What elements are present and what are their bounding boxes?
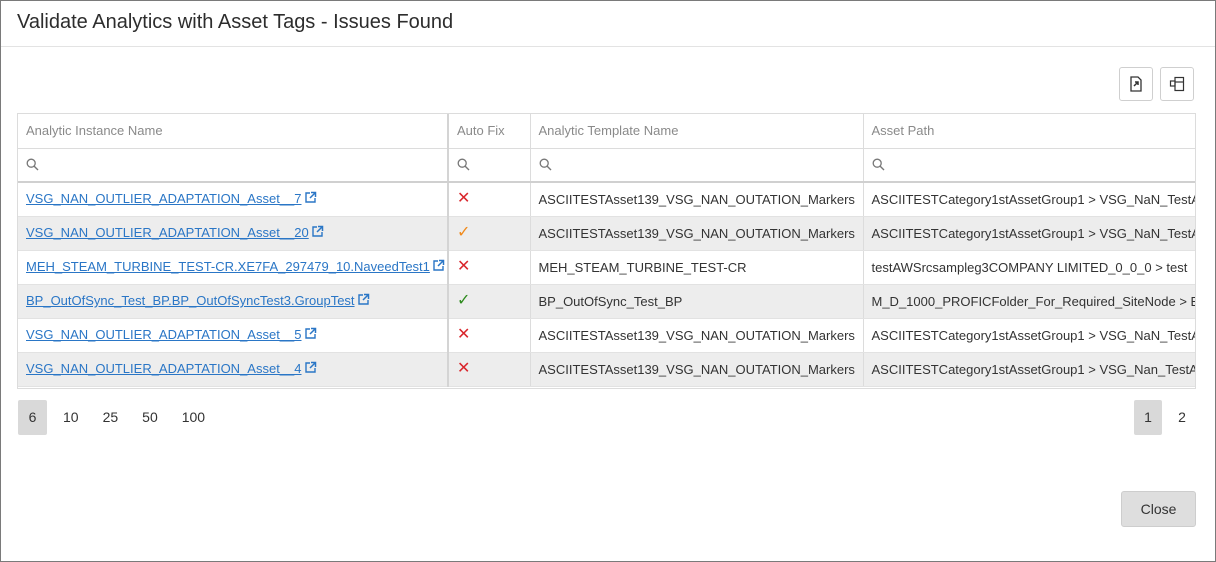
page-size-selector: 6 10 25 50 100 (18, 400, 213, 435)
column-header-analytic-template-name[interactable]: Analytic Template Name (530, 114, 864, 149)
auto-fix-warning-icon: ✓ (457, 224, 471, 241)
cell-template-name: MEH_STEAM_TURBINE_TEST-CR (530, 250, 864, 285)
external-link-icon[interactable] (304, 191, 317, 207)
close-button[interactable]: Close (1121, 491, 1196, 527)
search-icon (457, 158, 470, 174)
page-size-option[interactable]: 25 (95, 400, 127, 435)
dialog-title: Validate Analytics with Asset Tags - Iss… (17, 11, 454, 33)
filter-cell-instance-name[interactable] (18, 148, 449, 183)
auto-fix-error-icon: ✕ (457, 360, 471, 377)
page-size-option[interactable]: 10 (55, 400, 87, 435)
cell-auto-fix: ✕ (448, 318, 531, 353)
instance-name-link[interactable]: BP_OutOfSync_Test_BP.BP_OutOfSyncTest3.G… (26, 293, 355, 308)
instance-name-link[interactable]: VSG_NAN_OUTLIER_ADAPTATION_Asset__7 (26, 191, 302, 206)
issues-grid: Analytic Instance Name Auto Fix Analytic… (17, 113, 1196, 389)
cell-asset-path: testAWSrcsampleg3COMPANY LIMITED_0_0_0 >… (863, 250, 1195, 285)
filter-cell-auto-fix[interactable] (448, 148, 531, 183)
cell-instance-name: VSG_NAN_OUTLIER_ADAPTATION_Asset__20 (18, 216, 449, 251)
page-size-option[interactable]: 100 (174, 400, 213, 435)
dialog-header: Validate Analytics with Asset Tags - Iss… (1, 1, 1215, 47)
validate-dialog: Validate Analytics with Asset Tags - Iss… (0, 0, 1216, 562)
external-link-icon[interactable] (432, 259, 445, 275)
cell-asset-path: ASCIITESTCategory1stAssetGroup1 > VSG_Na… (863, 318, 1195, 353)
export-button[interactable] (1119, 67, 1153, 101)
pagination: 12 (1128, 400, 1196, 435)
external-link-icon[interactable] (304, 327, 317, 343)
table-row: VSG_NAN_OUTLIER_ADAPTATION_Asset__7 ✕ ASCI… (18, 182, 1195, 217)
cell-instance-name: VSG_NAN_OUTLIER_ADAPTATION_Asset__7 (18, 182, 449, 217)
cell-instance-name: VSG_NAN_OUTLIER_ADAPTATION_Asset__4 (18, 352, 449, 387)
cell-instance-name: BP_OutOfSync_Test_BP.BP_OutOfSyncTest3.G… (18, 284, 449, 319)
cell-auto-fix: ✕ (448, 250, 531, 285)
page-size-option[interactable]: 6 (18, 400, 47, 435)
search-icon (539, 158, 552, 174)
external-link-icon[interactable] (357, 293, 370, 309)
column-chooser-icon (1169, 76, 1185, 92)
page-size-option[interactable]: 50 (134, 400, 166, 435)
column-chooser-button[interactable] (1160, 67, 1194, 101)
page-number-button[interactable]: 1 (1134, 400, 1162, 435)
column-header-auto-fix[interactable]: Auto Fix (448, 114, 531, 149)
auto-fix-error-icon: ✕ (457, 326, 471, 343)
table-row: VSG_NAN_OUTLIER_ADAPTATION_Asset__20 ✓ ASC… (18, 216, 1195, 251)
cell-auto-fix: ✕ (448, 182, 531, 217)
instance-name-link[interactable]: VSG_NAN_OUTLIER_ADAPTATION_Asset__5 (26, 327, 302, 342)
filter-cell-template-name[interactable] (530, 148, 864, 183)
instance-name-link[interactable]: VSG_NAN_OUTLIER_ADAPTATION_Asset__4 (26, 361, 302, 376)
search-icon (26, 158, 39, 174)
table-row: MEH_STEAM_TURBINE_TEST-CR.XE7FA_297479_1… (18, 250, 1195, 285)
table-row: VSG_NAN_OUTLIER_ADAPTATION_Asset__5 ✕ ASCI… (18, 318, 1195, 353)
cell-asset-path: M_D_1000_PROFICFolder_For_Required_SiteN… (863, 284, 1195, 319)
export-icon (1128, 76, 1144, 92)
search-icon (872, 158, 885, 174)
cell-asset-path: ASCIITESTCategory1stAssetGroup1 > VSG_Na… (863, 216, 1195, 251)
table-row: BP_OutOfSync_Test_BP.BP_OutOfSyncTest3.G… (18, 284, 1195, 319)
cell-instance-name: VSG_NAN_OUTLIER_ADAPTATION_Asset__5 (18, 318, 449, 353)
page-number-button[interactable]: 2 (1168, 400, 1196, 435)
table-row: VSG_NAN_OUTLIER_ADAPTATION_Asset__4 ✕ ASCI… (18, 352, 1195, 387)
cell-auto-fix: ✓ (448, 216, 531, 251)
auto-fix-error-icon: ✕ (457, 190, 471, 208)
instance-name-link[interactable]: VSG_NAN_OUTLIER_ADAPTATION_Asset__20 (26, 225, 309, 240)
cell-template-name: ASCIITESTAsset139_VSG_NAN_OUTATION_Marke… (530, 352, 864, 387)
auto-fix-ok-icon: ✓ (457, 292, 471, 309)
cell-template-name: ASCIITESTAsset139_VSG_NAN_OUTATION_Marke… (530, 182, 864, 217)
cell-auto-fix: ✓ (448, 284, 531, 319)
external-link-icon[interactable] (304, 361, 317, 377)
cell-asset-path: ASCIITESTCategory1stAssetGroup1 > VSG_Na… (863, 352, 1195, 387)
instance-name-link[interactable]: MEH_STEAM_TURBINE_TEST-CR.XE7FA_297479_1… (26, 259, 430, 274)
external-link-icon[interactable] (311, 225, 324, 241)
cell-template-name: ASCIITESTAsset139_VSG_NAN_OUTATION_Marke… (530, 318, 864, 353)
filter-cell-asset-path[interactable] (863, 148, 1195, 183)
cell-auto-fix: ✕ (448, 352, 531, 387)
cell-template-name: BP_OutOfSync_Test_BP (530, 284, 864, 319)
cell-instance-name: MEH_STEAM_TURBINE_TEST-CR.XE7FA_297479_1… (18, 250, 449, 285)
auto-fix-error-icon: ✕ (457, 258, 471, 275)
column-header-analytic-instance-name[interactable]: Analytic Instance Name (18, 114, 449, 149)
cell-asset-path: ASCIITESTCategory1stAssetGroup1 > VSG_Na… (863, 182, 1195, 217)
column-header-asset-path[interactable]: Asset Path (863, 114, 1195, 149)
cell-template-name: ASCIITESTAsset139_VSG_NAN_OUTATION_Marke… (530, 216, 864, 251)
